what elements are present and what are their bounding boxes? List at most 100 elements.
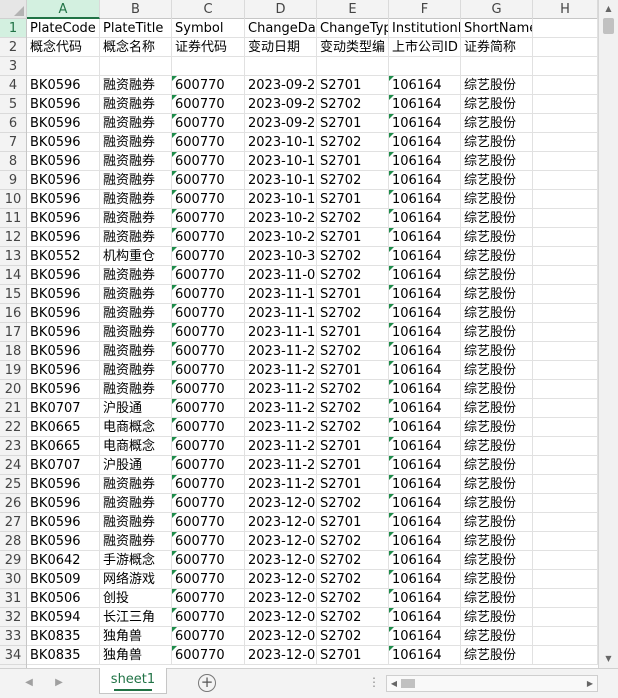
row-header-34[interactable]: 34 (0, 646, 26, 665)
cell-b21[interactable]: 沪股通 (100, 399, 172, 418)
row-header-13[interactable]: 13 (0, 247, 26, 266)
cell-a9[interactable]: BK0596 (27, 171, 100, 190)
cell-e28[interactable]: S2702 (317, 532, 389, 551)
cell-d27[interactable]: 2023-12-0 (245, 513, 317, 532)
cell-h33[interactable] (533, 627, 598, 646)
cell-h9[interactable] (533, 171, 598, 190)
cell-h24[interactable] (533, 456, 598, 475)
cell-f19[interactable]: 106164 (389, 361, 461, 380)
cell-f7[interactable]: 106164 (389, 133, 461, 152)
cell-e27[interactable]: S2701 (317, 513, 389, 532)
cell-g30[interactable]: 综艺股份 (461, 570, 533, 589)
cell-c31[interactable]: 600770 (172, 589, 245, 608)
cell-b23[interactable]: 电商概念 (100, 437, 172, 456)
cell-f13[interactable]: 106164 (389, 247, 461, 266)
cell-g5[interactable]: 综艺股份 (461, 95, 533, 114)
cell-e31[interactable]: S2702 (317, 589, 389, 608)
cell-c9[interactable]: 600770 (172, 171, 245, 190)
cell-d29[interactable]: 2023-12-0 (245, 551, 317, 570)
cell-c18[interactable]: 600770 (172, 342, 245, 361)
cell-c23[interactable]: 600770 (172, 437, 245, 456)
cell-g17[interactable]: 综艺股份 (461, 323, 533, 342)
cell-f16[interactable]: 106164 (389, 304, 461, 323)
cell-b19[interactable]: 融资融券 (100, 361, 172, 380)
cell-d9[interactable]: 2023-10-1 (245, 171, 317, 190)
cell-g21[interactable]: 综艺股份 (461, 399, 533, 418)
prev-sheet-icon[interactable]: ◀ (22, 675, 36, 691)
cell-f28[interactable]: 106164 (389, 532, 461, 551)
row-header-25[interactable]: 25 (0, 475, 26, 494)
cell-d6[interactable]: 2023-09-2 (245, 114, 317, 133)
cell-b20[interactable]: 融资融券 (100, 380, 172, 399)
cell-f6[interactable]: 106164 (389, 114, 461, 133)
row-header-1[interactable]: 1 (0, 19, 26, 38)
cell-h8[interactable] (533, 152, 598, 171)
cell-f22[interactable]: 106164 (389, 418, 461, 437)
cell-c15[interactable]: 600770 (172, 285, 245, 304)
cell-h15[interactable] (533, 285, 598, 304)
column-header-a[interactable]: A (27, 0, 100, 19)
select-all-corner[interactable] (0, 0, 27, 19)
cell-c8[interactable]: 600770 (172, 152, 245, 171)
horizontal-scroll-thumb[interactable] (401, 679, 415, 688)
cell-g33[interactable]: 综艺股份 (461, 627, 533, 646)
row-header-24[interactable]: 24 (0, 456, 26, 475)
cell-c13[interactable]: 600770 (172, 247, 245, 266)
row-header-11[interactable]: 11 (0, 209, 26, 228)
vertical-scroll-thumb[interactable] (603, 18, 614, 34)
cell-h16[interactable] (533, 304, 598, 323)
cell-c14[interactable]: 600770 (172, 266, 245, 285)
row-header-19[interactable]: 19 (0, 361, 26, 380)
cell-c4[interactable]: 600770 (172, 76, 245, 95)
row-header-17[interactable]: 17 (0, 323, 26, 342)
cell-a23[interactable]: BK0665 (27, 437, 100, 456)
column-header-h[interactable]: H (533, 0, 598, 19)
cell-c1[interactable]: Symbol (172, 19, 245, 38)
cell-h17[interactable] (533, 323, 598, 342)
cell-b13[interactable]: 机构重仓 (100, 247, 172, 266)
column-header-e[interactable]: E (317, 0, 389, 19)
row-header-21[interactable]: 21 (0, 399, 26, 418)
cell-a34[interactable]: BK0835 (27, 646, 100, 665)
cell-d12[interactable]: 2023-10-2 (245, 228, 317, 247)
cell-c19[interactable]: 600770 (172, 361, 245, 380)
cell-a31[interactable]: BK0506 (27, 589, 100, 608)
cell-h3[interactable] (533, 57, 598, 76)
cell-h34[interactable] (533, 646, 598, 665)
cell-d1[interactable]: ChangeDa (245, 19, 317, 38)
cell-g31[interactable]: 综艺股份 (461, 589, 533, 608)
cell-h28[interactable] (533, 532, 598, 551)
cell-b4[interactable]: 融资融券 (100, 76, 172, 95)
cell-b7[interactable]: 融资融券 (100, 133, 172, 152)
cell-h18[interactable] (533, 342, 598, 361)
cell-h32[interactable] (533, 608, 598, 627)
cell-c29[interactable]: 600770 (172, 551, 245, 570)
cell-h20[interactable] (533, 380, 598, 399)
cell-b26[interactable]: 融资融券 (100, 494, 172, 513)
column-header-f[interactable]: F (389, 0, 461, 19)
cell-h12[interactable] (533, 228, 598, 247)
cell-d24[interactable]: 2023-11-2 (245, 456, 317, 475)
cell-e14[interactable]: S2702 (317, 266, 389, 285)
row-header-6[interactable]: 6 (0, 114, 26, 133)
cell-f3[interactable] (389, 57, 461, 76)
row-header-7[interactable]: 7 (0, 133, 26, 152)
cell-g13[interactable]: 综艺股份 (461, 247, 533, 266)
cell-c7[interactable]: 600770 (172, 133, 245, 152)
cell-f33[interactable]: 106164 (389, 627, 461, 646)
cell-d18[interactable]: 2023-11-2 (245, 342, 317, 361)
cell-e20[interactable]: S2702 (317, 380, 389, 399)
cell-a10[interactable]: BK0596 (27, 190, 100, 209)
cell-g22[interactable]: 综艺股份 (461, 418, 533, 437)
cell-e15[interactable]: S2701 (317, 285, 389, 304)
cell-a33[interactable]: BK0835 (27, 627, 100, 646)
cell-g11[interactable]: 综艺股份 (461, 209, 533, 228)
row-header-29[interactable]: 29 (0, 551, 26, 570)
cell-d21[interactable]: 2023-11-2 (245, 399, 317, 418)
cell-b10[interactable]: 融资融券 (100, 190, 172, 209)
cell-e18[interactable]: S2702 (317, 342, 389, 361)
cell-a30[interactable]: BK0509 (27, 570, 100, 589)
cell-g32[interactable]: 综艺股份 (461, 608, 533, 627)
cell-h11[interactable] (533, 209, 598, 228)
row-header-20[interactable]: 20 (0, 380, 26, 399)
